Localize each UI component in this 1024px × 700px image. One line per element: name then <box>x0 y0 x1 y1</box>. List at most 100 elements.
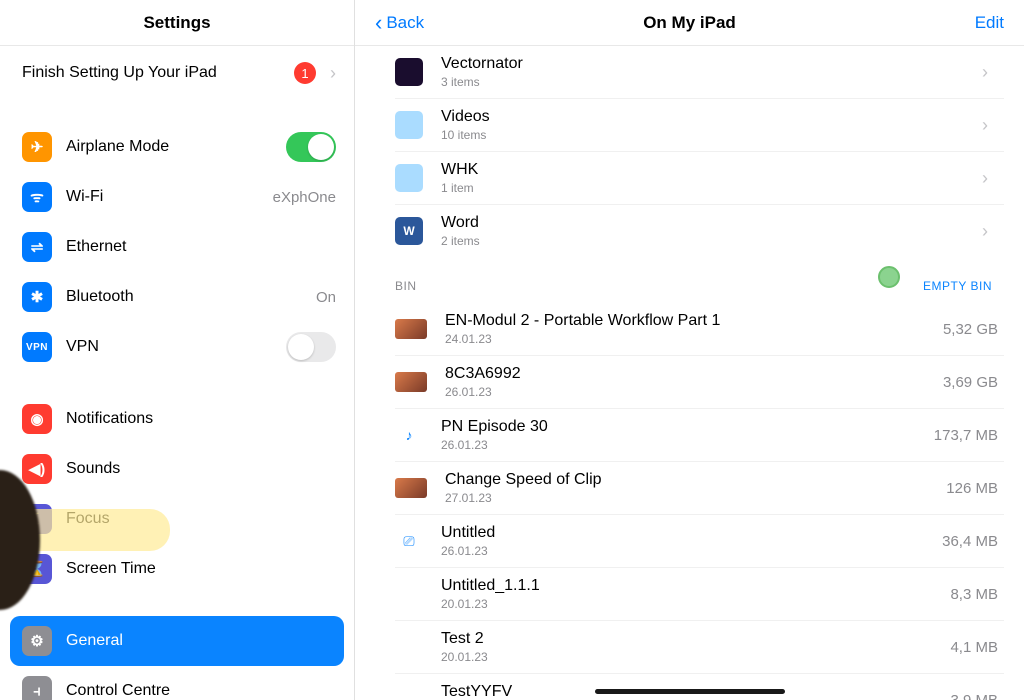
sidebar-item-wifi[interactable]: ᯤ Wi-Fi eXphOne <box>0 172 354 222</box>
focus-label: Focus <box>66 510 336 528</box>
sounds-icon: ◀) <box>22 454 52 484</box>
sidebar-item-screentime[interactable]: ⌛ Screen Time <box>0 544 354 594</box>
sidebar-item-control-centre[interactable]: ⫞ Control Centre <box>0 666 354 700</box>
chevron-right-icon: › <box>982 115 998 136</box>
bin-item-size: 4,1 MB <box>918 639 998 656</box>
bin-item-name: Untitled_1.1.1 <box>441 577 918 595</box>
control-centre-label: Control Centre <box>66 682 336 700</box>
bin-item-size: 5,32 GB <box>918 321 998 338</box>
ethernet-icon: ⇌ <box>22 232 52 262</box>
wifi-label: Wi-Fi <box>66 188 273 206</box>
video-thumb-icon <box>395 372 427 392</box>
bin-item-size: 8,3 MB <box>918 586 998 603</box>
empty-bin-label: EMPTY BIN <box>923 279 992 293</box>
bin-item-name: Change Speed of Clip <box>445 471 918 489</box>
folder-row[interactable]: Videos 10 items › <box>395 99 1004 152</box>
airplane-label: Airplane Mode <box>66 138 286 156</box>
notifications-label: Notifications <box>66 410 336 428</box>
page-title: On My iPad <box>603 9 776 37</box>
home-indicator <box>595 689 785 694</box>
sidebar-item-bluetooth[interactable]: ✱ Bluetooth On <box>0 272 354 322</box>
notifications-icon: ◉ <box>22 404 52 434</box>
airplane-icon: ✈ <box>22 132 52 162</box>
ethernet-label: Ethernet <box>66 238 336 256</box>
storage-detail-pane: ‹ Back On My iPad Edit Vectornator3 item… <box>355 0 1024 700</box>
bin-row[interactable]: ⎚Untitled26.01.2336,4 MB <box>395 515 1004 568</box>
folder-icon <box>395 164 423 192</box>
folder-sub: 2 items <box>441 234 972 248</box>
bin-row[interactable]: Test 2 20.01.234,1 MB <box>395 621 1004 674</box>
bin-item-date: 26.01.23 <box>445 385 918 399</box>
bin-row[interactable]: TestYYFV20.01.233,9 MB <box>395 674 1004 700</box>
audio-icon: ♪ <box>395 421 423 449</box>
folder-name: WHK <box>441 161 972 179</box>
bluetooth-label: Bluetooth <box>66 288 316 306</box>
chevron-right-icon: › <box>982 62 998 83</box>
bin-section-label: BIN <box>395 279 417 293</box>
back-label: Back <box>386 13 424 33</box>
vecto-icon <box>395 58 423 86</box>
finish-setup-badge: 1 <box>294 62 316 84</box>
folder-row[interactable]: WHK 1 item › <box>395 152 1004 205</box>
sounds-label: Sounds <box>66 460 336 478</box>
sidebar-item-ethernet[interactable]: ⇌ Ethernet <box>0 222 354 272</box>
camera-icon: ⎚ <box>395 527 423 555</box>
video-thumb-icon <box>395 478 427 498</box>
bin-item-date: 20.01.23 <box>441 597 918 611</box>
empty-bin-button[interactable]: EMPTY BIN <box>917 275 998 297</box>
folder-row[interactable]: WWord2 items› <box>395 205 1004 257</box>
folder-name: Vectornator <box>441 55 972 73</box>
bin-item-date: 24.01.23 <box>445 332 918 346</box>
chevron-right-icon: › <box>982 221 998 242</box>
bin-item-size: 3,69 GB <box>918 374 998 391</box>
bin-row[interactable]: 8C3A6992 26.01.233,69 GB <box>395 356 1004 409</box>
folder-name: Videos <box>441 108 972 126</box>
sidebar-item-sounds[interactable]: ◀) Sounds <box>0 444 354 494</box>
bin-item-name: Test 2 <box>441 630 918 648</box>
chevron-left-icon: ‹ <box>375 12 382 34</box>
folder-sub: 1 item <box>441 181 972 195</box>
airplane-toggle[interactable] <box>286 132 336 162</box>
bin-item-date: 27.01.23 <box>445 491 918 505</box>
folder-icon <box>395 111 423 139</box>
bin-item-size: 3,9 MB <box>918 692 998 700</box>
sidebar-item-focus[interactable]: ☾ Focus <box>0 494 354 544</box>
bin-item-size: 36,4 MB <box>918 533 998 550</box>
bin-row[interactable]: ♪PN Episode 3026.01.23173,7 MB <box>395 409 1004 462</box>
bin-item-date: 20.01.23 <box>441 650 918 664</box>
folder-sub: 10 items <box>441 128 972 142</box>
chevron-right-icon: › <box>982 168 998 189</box>
word-icon: W <box>395 217 423 245</box>
sidebar-item-notifications[interactable]: ◉ Notifications <box>0 394 354 444</box>
bin-row[interactable]: EN-Modul 2 - Portable Workflow Part 1 24.… <box>395 303 1004 356</box>
screentime-label: Screen Time <box>66 560 336 578</box>
bluetooth-value: On <box>316 289 336 306</box>
control-centre-icon: ⫞ <box>22 676 52 700</box>
vpn-toggle[interactable] <box>286 332 336 362</box>
back-button[interactable]: ‹ Back <box>375 12 424 34</box>
edit-button[interactable]: Edit <box>975 13 1004 33</box>
bin-section-header: BIN EMPTY BIN <box>395 257 1004 303</box>
settings-sidebar: Settings Finish Setting Up Your iPad 1 ›… <box>0 0 355 700</box>
general-label: General <box>66 632 326 650</box>
vpn-icon: VPN <box>22 332 52 362</box>
vpn-label: VPN <box>66 338 286 356</box>
chevron-right-icon: › <box>330 63 336 84</box>
folder-row[interactable]: Vectornator3 items› <box>395 46 1004 99</box>
bin-item-size: 173,7 MB <box>918 427 998 444</box>
bin-item-name: EN-Modul 2 - Portable Workflow Part 1 <box>445 312 918 330</box>
sidebar-item-vpn[interactable]: VPN VPN <box>0 322 354 372</box>
file-icon <box>395 580 423 608</box>
bin-row[interactable]: Change Speed of Clip27.01.23126 MB <box>395 462 1004 515</box>
finish-setup-row[interactable]: Finish Setting Up Your iPad 1 › <box>0 46 354 100</box>
video-thumb-icon <box>395 319 427 339</box>
finish-setup-label: Finish Setting Up Your iPad <box>22 64 294 82</box>
sidebar-item-general[interactable]: ⚙ General <box>10 616 344 666</box>
gear-icon: ⚙ <box>22 626 52 656</box>
bin-item-name: 8C3A6992 <box>445 365 918 383</box>
wifi-value: eXphOne <box>273 189 336 206</box>
sidebar-item-airplane[interactable]: ✈ Airplane Mode <box>0 122 354 172</box>
bin-item-name: PN Episode 30 <box>441 418 918 436</box>
wifi-icon: ᯤ <box>22 182 52 212</box>
bin-row[interactable]: Untitled_1.1.1 20.01.238,3 MB <box>395 568 1004 621</box>
